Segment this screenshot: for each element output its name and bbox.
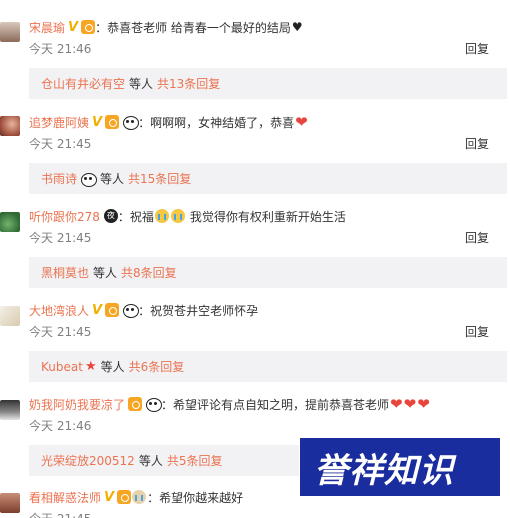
sub-replies[interactable]: 书雨诗 等人 共15条回复 [29,163,507,194]
sub-reply-etc: 等人 [100,172,125,186]
sub-reply-count[interactable]: 共8条回复 [121,264,177,281]
sub-reply-count[interactable]: 共6条回复 [129,358,185,375]
comment-line: 宋晨瑜 V ：恭喜苍老师 给青春一个最好的结局 ♥ [29,17,303,37]
comment-time: 今天 21:46 [29,42,92,56]
comment-text: ：祝福 [117,209,154,224]
v-badge-icon: V [92,302,103,318]
cry-emoji-icon [154,209,169,223]
comment-text: ：啊啊啊，女神结婚了，恭喜 [138,115,295,130]
comment-line: 奶我阿奶我要凉了 ：希望评论有点自知之明，提前恭喜苍老师 ❤ ❤ ❤ [29,394,430,414]
sub-reply-user[interactable]: 书雨诗 [41,170,77,187]
reply-button[interactable]: 回复 [465,323,489,340]
heart-emoji-icon: ♥ [291,20,303,34]
level-badge-icon [117,490,132,504]
comment-text: ：希望你越来越好 [147,490,244,505]
comment-time: 今天 21:45 [29,510,91,518]
level-badge-icon [105,115,120,129]
avatar[interactable] [0,306,20,326]
heart-emoji-icon: ❤ [403,395,417,413]
comment-username[interactable]: 听你跟你278 [29,208,100,225]
star-icon: ★ [84,359,97,374]
v-badge-icon: V [68,19,79,35]
night-badge-icon: 夜 [103,209,118,223]
sub-reply-user[interactable]: 仓山有井必有空 [41,75,125,92]
watermark-logo: 誉祥知识 [300,438,500,496]
sub-replies[interactable]: 仓山有井必有空 等人 共13条回复 [29,68,507,99]
reply-button[interactable]: 回复 [465,229,489,246]
comment-line: 听你跟你278 夜 ：祝福 我觉得你有权利重新开始生活 [29,206,346,226]
sub-reply-etc: 等人 [100,360,125,374]
heart-emoji-icon: ❤ [295,113,308,131]
watermark-text: 誉祥知识 [314,450,454,491]
sub-reply-user[interactable]: Kubeat [41,360,83,374]
comment-username[interactable]: 看相解惑法师 [29,489,101,506]
avatar[interactable] [0,400,20,420]
panda-emoji-icon [145,397,163,412]
v-badge-icon: V [104,489,115,505]
avatar[interactable] [0,493,20,513]
sub-reply-user[interactable]: 光荣绽放200512 [41,452,135,469]
comment-time: 今天 21:45 [29,137,92,151]
comment-text: ：祝贺苍井空老师怀孕 [138,303,259,318]
emoji-icon [132,490,147,504]
sub-reply-user[interactable]: 黑桐莫也 [41,264,89,281]
sub-reply-count[interactable]: 共15条回复 [128,170,191,187]
panda-emoji-icon [80,172,98,187]
panda-emoji-icon [122,115,140,130]
sub-replies[interactable]: 黑桐莫也 等人 共8条回复 [29,257,507,288]
sub-reply-count[interactable]: 共5条回复 [167,452,223,469]
comment-time: 今天 21:46 [29,419,92,433]
level-badge-icon [128,397,143,411]
reply-button[interactable]: 回复 [465,135,489,152]
comment-text: 我觉得你有权利重新开始生活 [189,209,346,224]
sub-reply-etc: 等人 [93,266,118,280]
sub-reply-etc: 等人 [129,77,154,91]
cry-emoji-icon [170,209,185,223]
comment-line: 大地湾浪人 V ：祝贺苍井空老师怀孕 [29,300,258,320]
sub-replies[interactable]: 光荣绽放200512 等人 共5条回复 [29,445,299,476]
avatar[interactable] [0,212,20,232]
avatar[interactable] [0,116,20,136]
comment-time: 今天 21:45 [29,231,92,245]
comment-username[interactable]: 奶我阿奶我要凉了 [29,396,125,413]
comment-line: 看相解惑法师 V ：希望你越来越好 [29,487,243,507]
level-badge-icon [81,20,96,34]
v-badge-icon: V [92,114,103,130]
panda-emoji-icon [122,303,140,318]
sub-reply-count[interactable]: 共13条回复 [157,75,220,92]
reply-button[interactable]: 回复 [465,40,489,57]
sub-reply-etc: 等人 [138,454,163,468]
heart-emoji-icon: ❤ [417,395,430,413]
level-badge-icon [105,303,120,317]
comment-username[interactable]: 追梦鹿阿姨 [29,114,89,131]
comment-text: ：希望评论有点自知之明，提前恭喜苍老师 [161,397,390,412]
comment-text: ：恭喜苍老师 给青春一个最好的结局 [95,20,291,35]
comment-time: 今天 21:45 [29,325,92,339]
comment-username[interactable]: 大地湾浪人 [29,302,89,319]
heart-emoji-icon: ❤ [390,395,403,413]
sub-replies[interactable]: Kubeat ★ 等人 共6条回复 [29,351,507,382]
comment-username[interactable]: 宋晨瑜 [29,19,65,36]
avatar[interactable] [0,22,20,42]
comment-line: 追梦鹿阿姨 V ：啊啊啊，女神结婚了，恭喜 ❤ [29,112,308,132]
